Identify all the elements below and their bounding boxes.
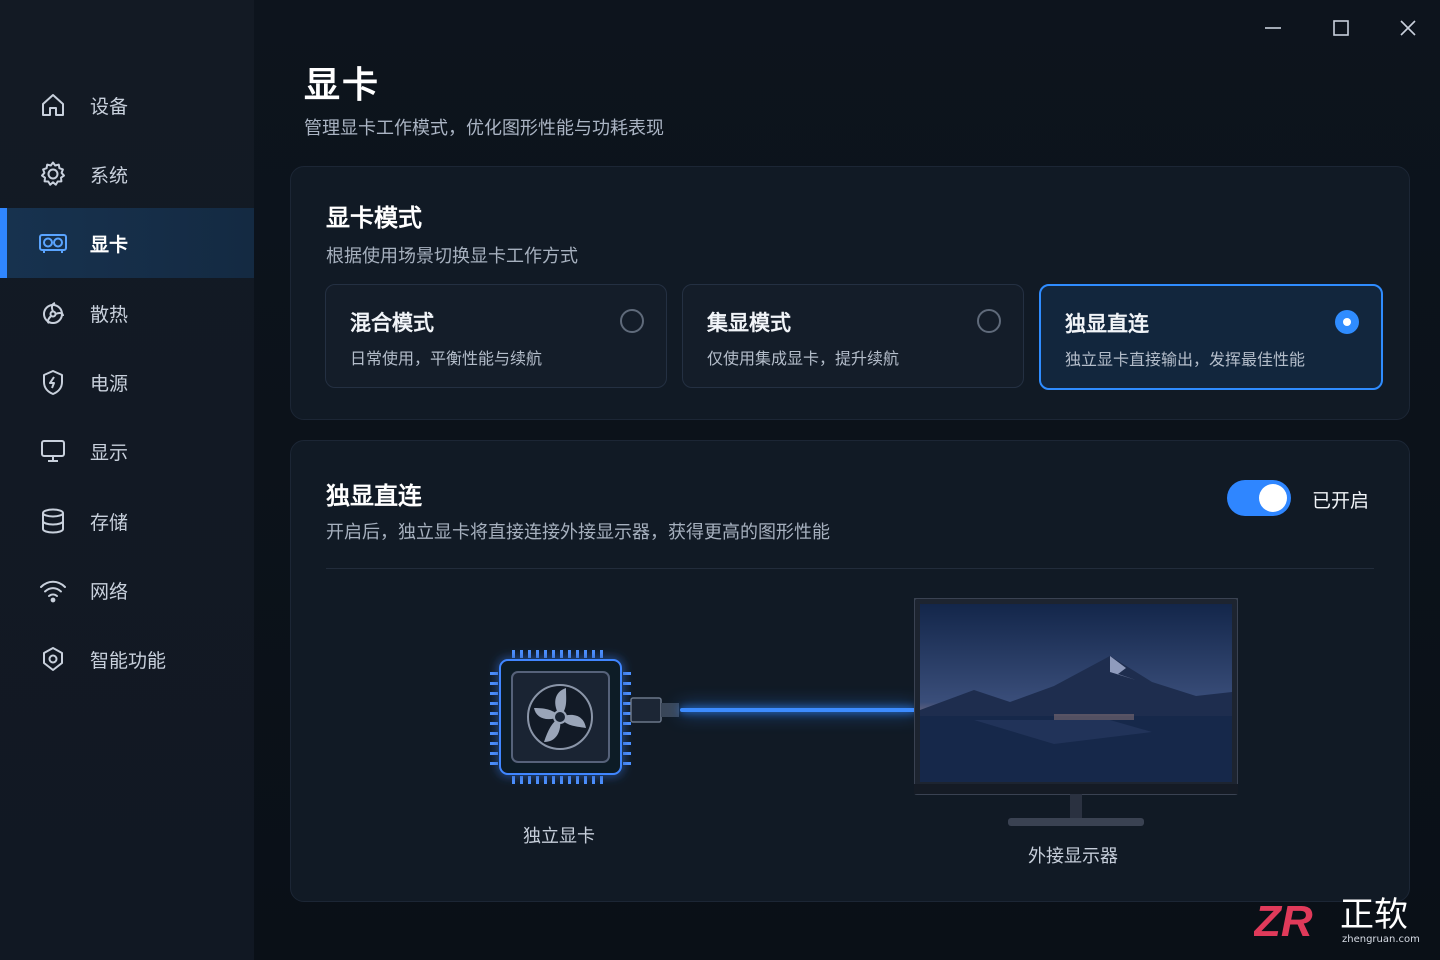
sidebar-item-label: 智能功能 <box>90 649 167 672</box>
mode-option-title: 集显模式 <box>707 311 791 335</box>
zr-logo-icon: ZR 正软 zhengruan.com <box>1252 895 1420 946</box>
svg-text:正软: 正软 <box>1340 895 1408 935</box>
sidebar-item-display[interactable]: 显示 <box>0 416 254 486</box>
close-icon <box>1400 20 1416 36</box>
maximize-icon <box>1333 20 1349 36</box>
sidebar-item-cooling[interactable]: 散热 <box>0 278 254 348</box>
home-icon <box>38 90 68 120</box>
direct-connect-title: 独显直连 <box>326 482 422 510</box>
sidebar-item-power[interactable]: 电源 <box>0 347 254 417</box>
power-icon <box>38 367 68 397</box>
mode-option-integrated[interactable]: 集显模式 仅使用集成显卡，提升续航 <box>682 284 1024 388</box>
monitor-icon <box>38 436 68 466</box>
mode-option-direct[interactable]: 独显直连 独立显卡直接输出，发挥最佳性能 <box>1039 284 1383 390</box>
close-button[interactable] <box>1394 14 1422 42</box>
external-monitor-illustration <box>914 598 1238 826</box>
minimize-icon <box>1265 27 1281 29</box>
watermark-logo: ZR 正软 zhengruan.com <box>1252 890 1434 950</box>
svg-text:zhengruan.com: zhengruan.com <box>1342 934 1420 945</box>
gpu-chip-illustration <box>490 650 679 784</box>
sidebar-item-label: 显示 <box>90 441 129 464</box>
svg-text:ZR: ZR <box>1254 897 1313 946</box>
sidebar-item-label: 网络 <box>90 580 129 603</box>
sidebar-item-label: 设备 <box>90 95 129 118</box>
sidebar-item-label: 散热 <box>90 303 129 326</box>
sidebar-item-device[interactable]: 设备 <box>0 70 254 140</box>
monitor-caption: 外接显示器 <box>1028 846 1118 867</box>
mode-option-desc: 日常使用，平衡性能与续航 <box>350 349 543 368</box>
sidebar-item-storage[interactable]: 存储 <box>0 486 254 556</box>
gpu-mode-subtitle: 根据使用场景切换显卡工作方式 <box>326 246 578 267</box>
gpu-mode-title: 显卡模式 <box>326 204 422 232</box>
sidebar-item-gpu[interactable]: 显卡 <box>0 208 254 278</box>
direct-connect-toggle[interactable] <box>1227 480 1291 516</box>
divider <box>326 568 1374 569</box>
direct-connect-subtitle: 开启后，独立显卡将直接连接外接显示器，获得更高的图形性能 <box>326 522 830 543</box>
wifi-icon <box>38 575 68 605</box>
maximize-button[interactable] <box>1327 14 1355 42</box>
mode-option-title: 混合模式 <box>350 311 434 335</box>
page-subtitle: 管理显卡工作模式，优化图形性能与功耗表现 <box>304 118 664 139</box>
display-cable <box>680 708 916 712</box>
sidebar-item-label: 显卡 <box>90 233 129 256</box>
sidebar-item-label: 电源 <box>90 372 129 395</box>
smart-icon <box>38 644 68 674</box>
mode-radio-direct[interactable] <box>1335 310 1359 334</box>
fan-icon <box>38 298 68 328</box>
gear-icon <box>38 159 68 189</box>
toggle-status-label: 已开启 <box>1312 490 1370 512</box>
sidebar-item-label: 系统 <box>90 164 129 187</box>
gpu-caption: 独立显卡 <box>523 826 595 847</box>
mode-option-hybrid[interactable]: 混合模式 日常使用，平衡性能与续航 <box>325 284 667 388</box>
sidebar-item-label: 存储 <box>90 511 129 534</box>
mode-option-desc: 仅使用集成显卡，提升续航 <box>707 349 900 368</box>
sidebar: 设备 系统 显卡 散热 电源 显示 存储 网络 智能功能 <box>0 0 255 960</box>
minimize-button[interactable] <box>1259 14 1287 42</box>
page-title: 显卡 <box>304 65 381 106</box>
sidebar-item-network[interactable]: 网络 <box>0 555 254 625</box>
sidebar-item-smart[interactable]: 智能功能 <box>0 624 254 694</box>
mode-radio-integrated[interactable] <box>977 309 1001 333</box>
toggle-knob <box>1259 484 1287 512</box>
gpu-icon <box>38 228 68 258</box>
mode-option-title: 独显直连 <box>1065 312 1149 336</box>
mode-option-desc: 独立显卡直接输出，发挥最佳性能 <box>1065 350 1306 369</box>
sidebar-item-system[interactable]: 系统 <box>0 139 254 209</box>
mode-radio-hybrid[interactable] <box>620 309 644 333</box>
database-icon <box>38 506 68 536</box>
